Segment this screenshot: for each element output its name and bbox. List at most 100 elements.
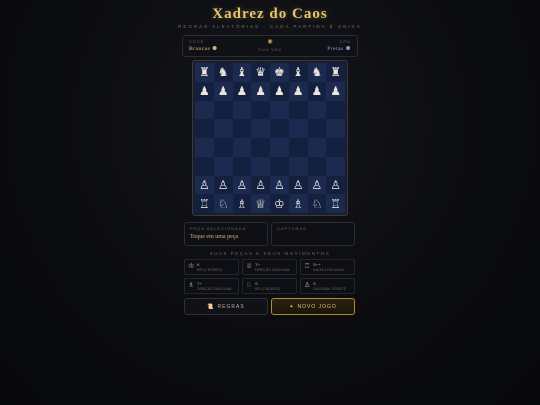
white-pawn-piece[interactable]: ♙: [236, 179, 247, 191]
square-g5[interactable]: [307, 119, 327, 138]
white-bishop-piece[interactable]: ♗: [236, 198, 247, 210]
square-b1[interactable]: ♘: [213, 194, 233, 213]
black-pawn-piece[interactable]: ♟: [274, 85, 285, 97]
square-e7[interactable]: ♟: [270, 81, 289, 101]
square-f5[interactable]: [288, 119, 308, 138]
black-knight-piece[interactable]: ♞: [311, 66, 322, 78]
black-bishop-piece[interactable]: ♝: [236, 66, 247, 78]
square-h5[interactable]: [326, 119, 345, 138]
square-a6[interactable]: [195, 100, 214, 120]
square-d6[interactable]: [251, 100, 270, 120]
square-h3[interactable]: [326, 156, 345, 176]
white-pawn-piece[interactable]: ♙: [293, 179, 304, 191]
black-pawn-piece[interactable]: ♟: [293, 85, 304, 97]
black-pawn-piece[interactable]: ♟: [199, 85, 210, 97]
square-f6[interactable]: [288, 100, 308, 120]
square-f3[interactable]: [288, 156, 308, 176]
square-c1[interactable]: ♗: [232, 194, 252, 213]
square-c6[interactable]: [232, 100, 252, 120]
square-h2[interactable]: ♙: [326, 175, 345, 195]
black-knight-piece[interactable]: ♞: [218, 66, 229, 78]
black-pawn-piece[interactable]: ♟: [218, 85, 229, 97]
square-g8[interactable]: ♞: [307, 63, 327, 82]
square-b4[interactable]: [213, 138, 233, 157]
square-h7[interactable]: ♟: [326, 81, 345, 101]
white-queen-piece[interactable]: ♕: [255, 198, 266, 210]
square-c7[interactable]: ♟: [232, 81, 252, 101]
white-rook-piece[interactable]: ♖: [330, 198, 341, 210]
square-h1[interactable]: ♖: [326, 194, 345, 213]
square-a5[interactable]: [195, 119, 214, 138]
square-c3[interactable]: [232, 156, 252, 176]
square-d4[interactable]: [251, 138, 270, 157]
rules-button[interactable]: 📜 REGRAS: [184, 298, 268, 315]
square-d3[interactable]: [251, 156, 270, 176]
square-g4[interactable]: [307, 138, 327, 157]
square-c2[interactable]: ♙: [232, 175, 252, 195]
white-knight-piece[interactable]: ♘: [311, 198, 322, 210]
black-queen-piece[interactable]: ♛: [255, 66, 266, 78]
white-pawn-piece[interactable]: ♙: [199, 179, 210, 191]
square-b2[interactable]: ♙: [213, 175, 233, 195]
square-g7[interactable]: ♟: [307, 81, 327, 101]
white-pawn-piece[interactable]: ♙: [330, 179, 341, 191]
square-d1[interactable]: ♕: [251, 194, 270, 213]
black-pawn-piece[interactable]: ♟: [236, 85, 247, 97]
square-e8[interactable]: ♚: [270, 63, 289, 82]
square-e4[interactable]: [270, 138, 289, 157]
black-king-piece[interactable]: ♚: [274, 66, 285, 78]
white-pawn-piece[interactable]: ♙: [311, 179, 322, 191]
white-pawn-piece[interactable]: ♙: [274, 179, 285, 191]
square-h8[interactable]: ♜: [326, 63, 345, 82]
black-pawn-piece[interactable]: ♟: [255, 85, 266, 97]
square-f8[interactable]: ♝: [288, 63, 308, 82]
square-e1[interactable]: ♔: [270, 194, 289, 213]
square-g6[interactable]: [307, 100, 327, 120]
square-f4[interactable]: [288, 138, 308, 157]
square-a1[interactable]: ♖: [195, 194, 214, 213]
black-pawn-piece[interactable]: ♟: [311, 85, 322, 97]
square-d7[interactable]: ♟: [251, 81, 270, 101]
square-b3[interactable]: [213, 156, 233, 176]
square-e2[interactable]: ♙: [270, 175, 289, 195]
square-c5[interactable]: [232, 119, 252, 138]
white-knight-piece[interactable]: ♘: [218, 198, 229, 210]
square-b8[interactable]: ♞: [213, 63, 233, 82]
square-g3[interactable]: [307, 156, 327, 176]
black-bishop-piece[interactable]: ♝: [293, 66, 304, 78]
scroll-icon: 📜: [207, 303, 215, 310]
square-d5[interactable]: [251, 119, 270, 138]
square-g1[interactable]: ♘: [307, 194, 327, 213]
square-a3[interactable]: [195, 156, 214, 176]
square-b7[interactable]: ♟: [213, 81, 233, 101]
square-f1[interactable]: ♗: [288, 194, 308, 213]
square-b6[interactable]: [213, 100, 233, 120]
square-e6[interactable]: [270, 100, 289, 120]
black-rook-piece[interactable]: ♜: [199, 66, 210, 78]
square-a2[interactable]: ♙: [195, 175, 214, 195]
square-a8[interactable]: ♜: [195, 63, 214, 82]
square-h4[interactable]: [326, 138, 345, 157]
square-c8[interactable]: ♝: [232, 63, 252, 82]
square-f2[interactable]: ♙: [288, 175, 308, 195]
square-d2[interactable]: ♙: [251, 175, 270, 195]
square-f7[interactable]: ♟: [288, 81, 308, 101]
new-game-button[interactable]: ✦ NOVO JOGO: [271, 298, 355, 315]
square-h6[interactable]: [326, 100, 345, 120]
square-e3[interactable]: [270, 156, 289, 176]
square-e5[interactable]: [270, 119, 289, 138]
white-pawn-piece[interactable]: ♙: [218, 179, 229, 191]
black-rook-piece[interactable]: ♜: [330, 66, 341, 78]
white-bishop-piece[interactable]: ♗: [293, 198, 304, 210]
square-g2[interactable]: ♙: [307, 175, 327, 195]
white-rook-piece[interactable]: ♖: [199, 198, 210, 210]
black-pawn-piece[interactable]: ♟: [330, 85, 341, 97]
white-pawn-piece[interactable]: ♙: [255, 179, 266, 191]
white-king-piece[interactable]: ♔: [274, 198, 285, 210]
square-d8[interactable]: ♛: [251, 63, 270, 82]
square-a4[interactable]: [195, 138, 214, 157]
move-code: K: [197, 262, 200, 267]
square-a7[interactable]: ♟: [195, 81, 214, 101]
square-c4[interactable]: [232, 138, 252, 157]
square-b5[interactable]: [213, 119, 233, 138]
